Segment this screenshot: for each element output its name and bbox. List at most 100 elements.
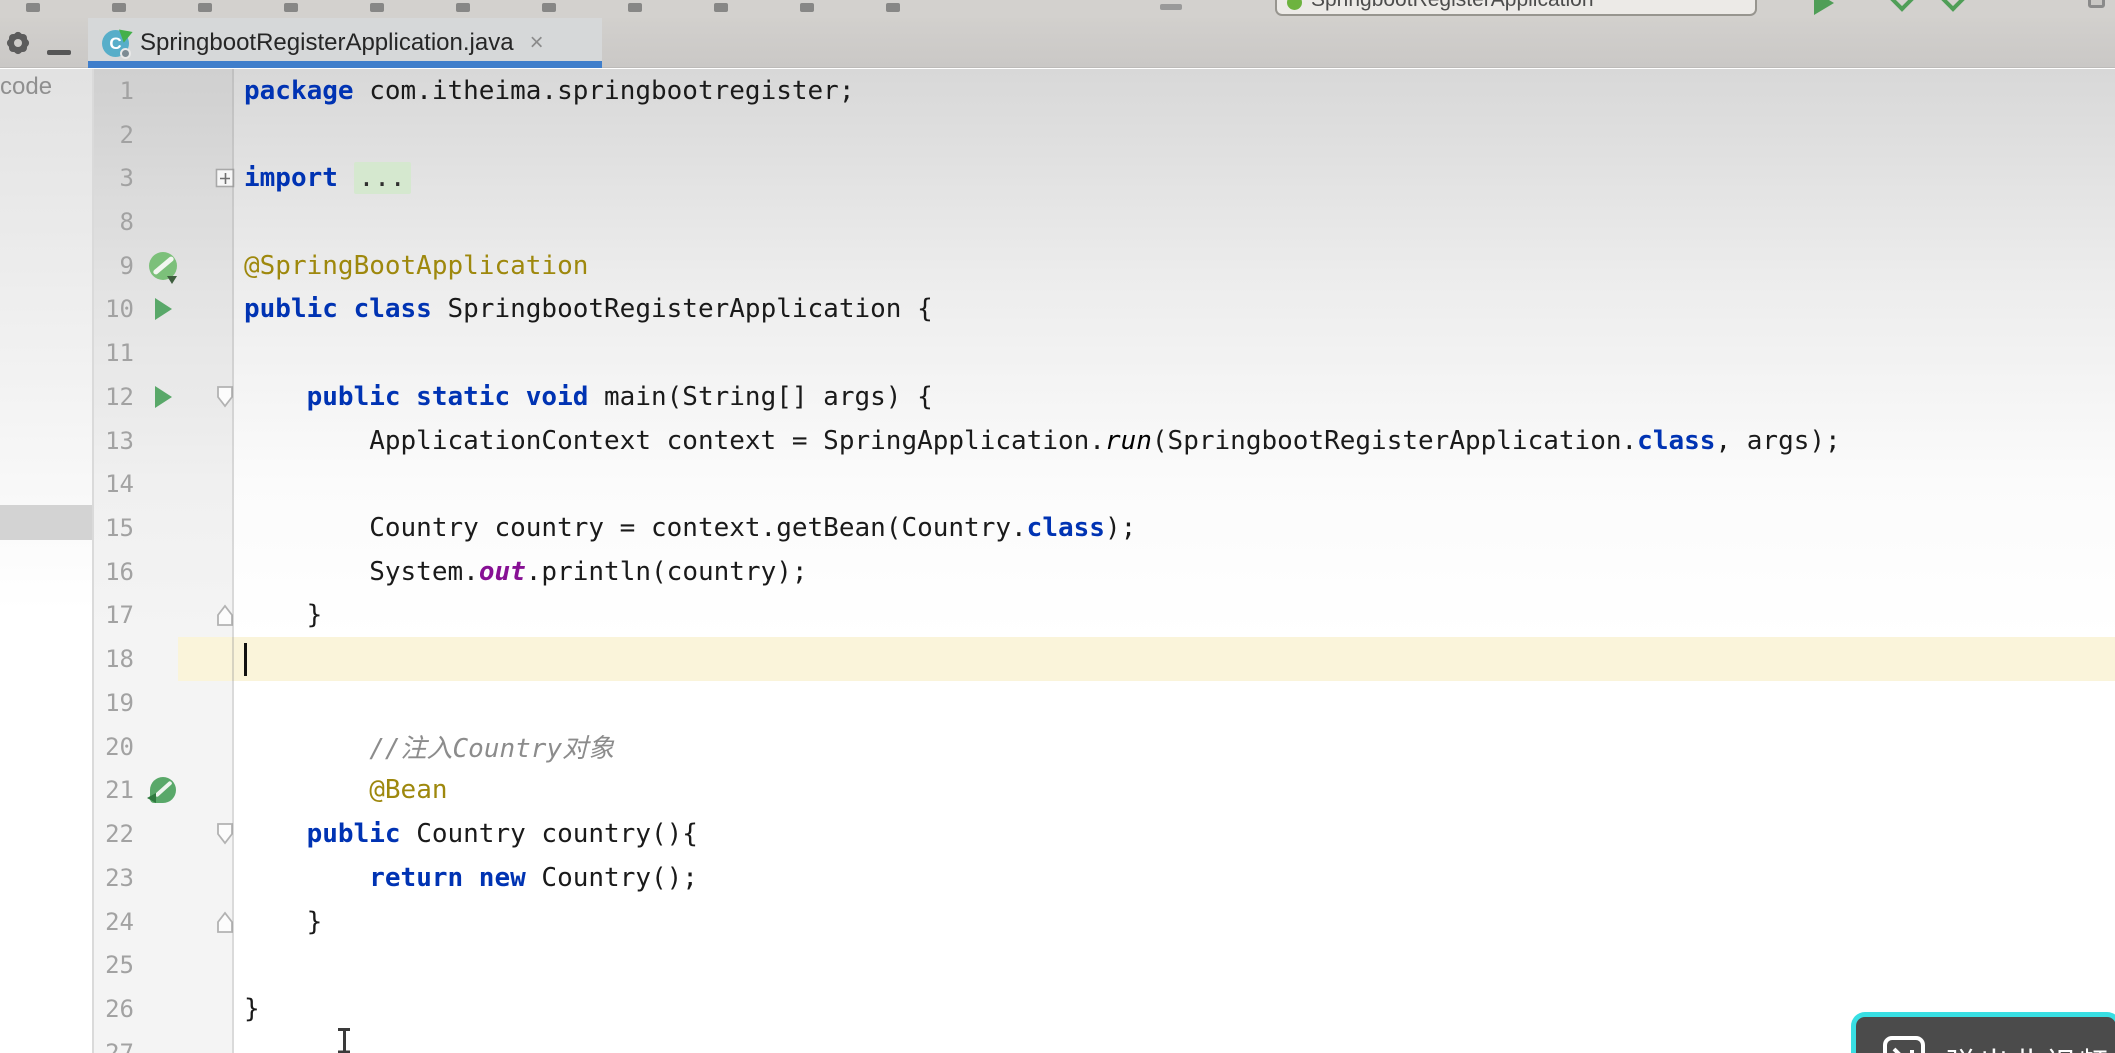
line-number[interactable]: 24: [94, 908, 144, 936]
code-line[interactable]: 8: [94, 200, 2115, 244]
line-number[interactable]: 3: [94, 164, 144, 192]
token-fold: ...: [353, 162, 411, 195]
code-line[interactable]: 24 }: [94, 900, 2115, 944]
code-line[interactable]: 15 Country country = context.getBean(Cou…: [94, 506, 2115, 550]
token-kw: package: [244, 75, 370, 106]
code-line[interactable]: 17 }: [94, 594, 2115, 638]
code-line[interactable]: 25: [94, 943, 2115, 987]
fold-marker-up-icon[interactable]: [182, 603, 244, 627]
code-line[interactable]: 2: [94, 113, 2115, 157]
code-text[interactable]: }: [244, 907, 2115, 937]
line-number[interactable]: 25: [94, 951, 144, 979]
line-number[interactable]: 27: [94, 1039, 144, 1053]
code-text[interactable]: package com.itheima.springbootregister;: [244, 76, 2115, 106]
code-text[interactable]: }: [244, 994, 2115, 1024]
token-pl: Country country = context.getBean(Countr…: [244, 513, 1027, 544]
code-text[interactable]: [244, 642, 2115, 676]
code-text[interactable]: @SpringBootApplication: [244, 251, 2115, 281]
line-number[interactable]: 18: [94, 645, 144, 673]
code-text[interactable]: Country country = context.getBean(Countr…: [244, 513, 2115, 543]
token-pl: }: [244, 906, 323, 937]
code-line[interactable]: 21 @Bean: [94, 769, 2115, 813]
project-panel[interactable]: code: [0, 69, 92, 1053]
code-text[interactable]: @Bean: [244, 775, 2115, 805]
code-text[interactable]: //注入Country对象: [244, 728, 2115, 765]
line-number[interactable]: 23: [94, 864, 144, 892]
panel-divider[interactable]: [92, 69, 94, 1053]
fold-marker-down-icon[interactable]: [182, 385, 244, 409]
token-kw: class: [1026, 513, 1105, 544]
coverage-button-icon[interactable]: [1940, 0, 1966, 12]
code-line[interactable]: 18: [94, 637, 2115, 682]
code-line[interactable]: 20 //注入Country对象: [94, 725, 2115, 769]
line-number[interactable]: 1: [94, 77, 144, 105]
code-line[interactable]: 9 @SpringBootApplication: [94, 244, 2115, 288]
run-gutter-icon[interactable]: [144, 298, 182, 321]
mouse-ibeam-cursor: [336, 1028, 352, 1053]
toolbar-button-icon[interactable]: [2088, 0, 2105, 8]
code-line[interactable]: 10 public class SpringbootRegisterApplica…: [94, 288, 2115, 332]
run-configuration-selector[interactable]: SpringbootRegisterApplication: [1275, 0, 1757, 16]
token-pl: (SpringbootRegisterApplication.: [1151, 425, 1638, 456]
line-number[interactable]: 12: [94, 383, 144, 411]
code-text[interactable]: return new Country();: [244, 863, 2115, 893]
code-text[interactable]: public Country country(){: [244, 819, 2115, 849]
close-icon[interactable]: ×: [530, 31, 544, 55]
popout-label: 弹出此视频: [1946, 1039, 2111, 1053]
code-line[interactable]: 11: [94, 331, 2115, 375]
code-text[interactable]: public class SpringbootRegisterApplicati…: [244, 294, 2115, 324]
token-ann: @SpringBootApplication: [244, 250, 589, 281]
gear-icon[interactable]: [5, 30, 31, 56]
line-number[interactable]: 15: [94, 514, 144, 542]
code-text[interactable]: }: [244, 600, 2115, 630]
run-gutter-icon[interactable]: [144, 385, 182, 408]
token-pl: , args);: [1715, 425, 1841, 456]
spring-gutter-icon[interactable]: [144, 251, 182, 284]
code-line[interactable]: 23 return new Country();: [94, 856, 2115, 900]
token-sf: out: [478, 556, 526, 587]
bean-gutter-icon[interactable]: [144, 777, 182, 804]
fold-marker-up-icon[interactable]: [182, 910, 244, 934]
code-line[interactable]: 26}: [94, 987, 2115, 1031]
code-editor[interactable]: 1 package com.itheima.springbootregister;…: [94, 69, 2115, 1053]
fold-marker-plus-icon[interactable]: [182, 168, 244, 188]
code-line[interactable]: 13 ApplicationContext context = SpringAp…: [94, 419, 2115, 463]
fold-marker-down-icon[interactable]: [182, 822, 244, 846]
line-number[interactable]: 22: [94, 820, 144, 848]
code-line[interactable]: 12 public static void main(String[] args…: [94, 375, 2115, 419]
line-number[interactable]: 9: [94, 252, 144, 280]
line-number[interactable]: 26: [94, 995, 144, 1023]
code-line[interactable]: 19: [94, 681, 2115, 725]
run-button-icon[interactable]: [1814, 0, 1834, 15]
hide-panel-icon[interactable]: [47, 50, 71, 55]
line-number[interactable]: 19: [94, 689, 144, 717]
line-number[interactable]: 2: [94, 121, 144, 149]
code-text[interactable]: ApplicationContext context = SpringAppli…: [244, 426, 2115, 456]
video-popout-overlay[interactable]: 弹出此视频: [1851, 1012, 2115, 1053]
line-number[interactable]: 10: [94, 295, 144, 323]
debug-button-icon[interactable]: [1889, 0, 1915, 12]
code-line[interactable]: 16 System.out.println(country);: [94, 550, 2115, 594]
code-text[interactable]: import ...: [244, 162, 2115, 195]
line-number[interactable]: 11: [94, 339, 144, 367]
code-line[interactable]: 1 package com.itheima.springbootregister;: [94, 69, 2115, 113]
line-number[interactable]: 21: [94, 776, 144, 804]
code-line[interactable]: 27: [94, 1031, 2115, 1053]
line-number[interactable]: 13: [94, 427, 144, 455]
code-text[interactable]: System.out.println(country);: [244, 557, 2115, 587]
line-number[interactable]: 17: [94, 601, 144, 629]
token-kw: public: [244, 819, 417, 850]
code-text[interactable]: public static void main(String[] args) {: [244, 382, 2115, 412]
line-number[interactable]: 16: [94, 558, 144, 586]
code-line[interactable]: 14: [94, 462, 2115, 506]
project-selected-row[interactable]: [0, 505, 92, 540]
line-number[interactable]: 20: [94, 733, 144, 761]
token-kw: return new: [369, 862, 542, 893]
code-line[interactable]: 22 public Country country(){: [94, 812, 2115, 856]
code-line[interactable]: 3 import ...: [94, 156, 2115, 200]
spring-boot-class-icon: C: [102, 24, 136, 59]
line-number[interactable]: 14: [94, 470, 144, 498]
tab-springboot-register-application[interactable]: C SpringbootRegisterApplication.java ×: [88, 18, 602, 68]
line-number[interactable]: 8: [94, 208, 144, 236]
popout-arrow-icon: [1883, 1036, 1925, 1053]
